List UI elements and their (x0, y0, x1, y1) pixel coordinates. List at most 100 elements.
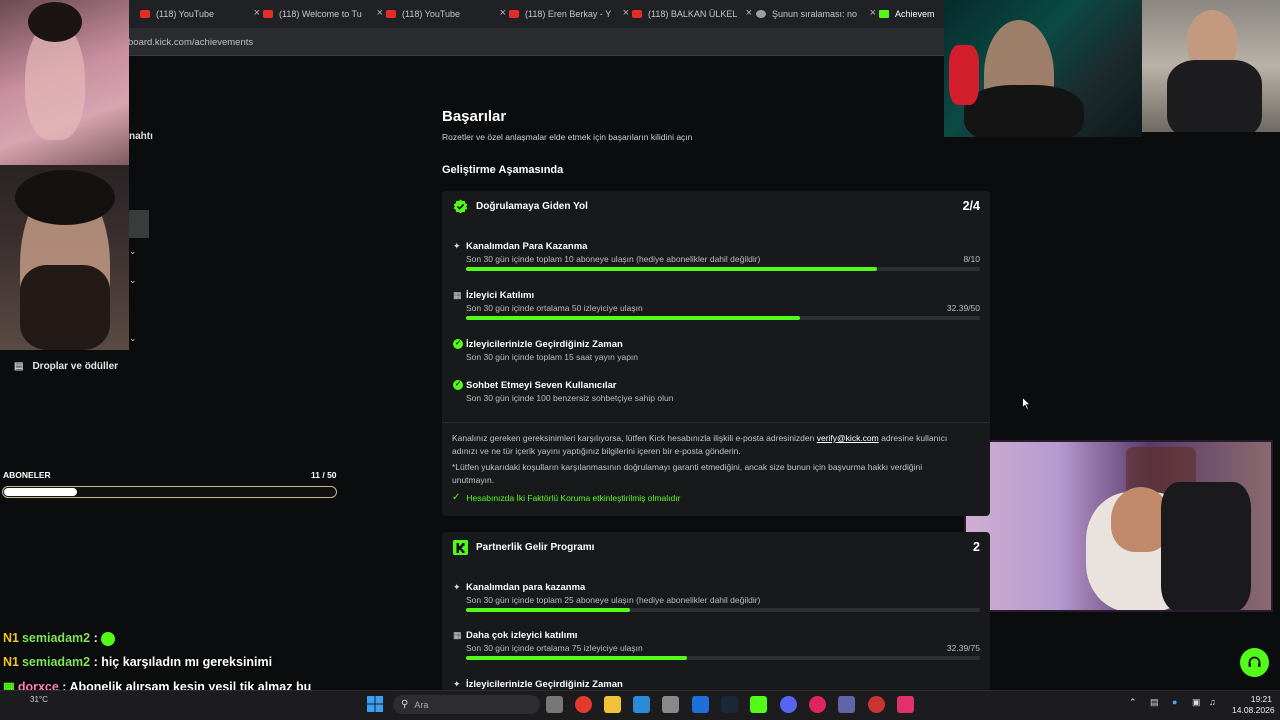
progress-fill (466, 316, 801, 320)
verification-notice: Kanalınız gereken gereksinimleri karşılı… (452, 432, 972, 458)
task-view-icon[interactable] (546, 696, 563, 713)
file-explorer-icon[interactable] (604, 696, 621, 713)
media-player-icon[interactable] (809, 696, 826, 713)
close-tab-icon[interactable]: × (746, 7, 752, 19)
taskbar-clock[interactable]: 19:21 14.08.2026 (1232, 694, 1275, 716)
check-icon: ✓ (452, 492, 461, 503)
sidebar-item-label: Droplar ve ödüller (32, 361, 119, 372)
browser-tab[interactable]: (118) Eren Berkay - Y × (509, 5, 629, 23)
card-progress-count: 2 (973, 540, 980, 554)
store-icon[interactable] (633, 696, 650, 713)
section-title: Geliştirme Aşamasında (442, 164, 564, 176)
steam-icon[interactable] (721, 696, 738, 713)
search-placeholder: Ara (414, 699, 429, 710)
taskbar-search[interactable]: ⚲ Ara (393, 695, 540, 714)
chat-message: N1 semiadam2 : (3, 631, 116, 646)
chrome-icon[interactable] (575, 696, 592, 713)
close-tab-icon[interactable]: × (377, 7, 383, 19)
card-progress-count: 2/4 (962, 199, 980, 213)
requirement-value: 8/10 (963, 254, 980, 264)
browser-tab[interactable]: (118) BALKAN ÜLKEL × (632, 5, 752, 23)
requirement-desc: Son 30 gün içinde 100 benzersiz sohbetçi… (466, 393, 674, 403)
volume-icon[interactable]: ♫ (1209, 697, 1216, 707)
display-icon[interactable]: ▣ (1192, 697, 1201, 708)
browser-tab[interactable]: (118) YouTube × (140, 5, 260, 23)
weather-widget[interactable]: 31°C (30, 695, 48, 704)
page-title: Başarılar (442, 108, 507, 125)
browser-tab-label: (118) Welcome to Tu (279, 9, 362, 19)
chevron-down-icon[interactable]: ⌄ (129, 246, 137, 257)
calculator-icon[interactable] (662, 696, 679, 713)
requirement-desc: Son 30 gün içinde toplam 10 aboneye ulaş… (466, 254, 761, 264)
webcam-overlay (0, 0, 129, 165)
webcam-overlay (944, 0, 1142, 137)
card-header: Doğrulamaya Giden Yol (453, 199, 588, 214)
progress-fill (466, 656, 688, 660)
requirement-title: Sohbet Etmeyi Seven Kullanıcılar (466, 380, 617, 391)
teams-icon[interactable] (838, 696, 855, 713)
verify-email-link[interactable]: verify@kick.com (817, 433, 879, 443)
url-text[interactable]: board.kick.com/achievements (128, 37, 253, 48)
gift-icon: ▤ (14, 361, 24, 372)
progress-fill (466, 608, 631, 612)
sidebar-item-highlight[interactable] (128, 210, 149, 238)
users-icon: ▦ (453, 290, 462, 300)
check-circle-icon: ✓ (453, 339, 463, 349)
browser-tab-label: (118) BALKAN ÜLKEL (648, 9, 738, 19)
browser-tab-label: Achievem (895, 9, 935, 19)
close-tab-icon[interactable]: × (254, 7, 260, 19)
verified-badge-icon (453, 199, 468, 214)
requirement-desc: Son 30 gün içinde ortalama 75 izleyiciye… (466, 643, 643, 653)
browser-tab[interactable]: (118) Welcome to Tu × (263, 5, 383, 23)
requirement-value: 32.39/50 (946, 303, 980, 313)
chevron-down-icon[interactable]: ⌄ (129, 275, 137, 286)
discord-icon[interactable] (780, 696, 797, 713)
browser-tab-label: (118) Eren Berkay - Y (525, 9, 612, 19)
sparkle-icon: ✦ (453, 241, 461, 251)
kick-app-icon[interactable] (750, 696, 767, 713)
chat-badges: N1 (3, 655, 19, 669)
card-header: Partnerlik Gelir Programı (453, 540, 594, 555)
start-button[interactable] (367, 696, 383, 712)
twofa-requirement: ✓ Hesabınızda İki Faktörlü Koruma etkinl… (452, 492, 680, 503)
network-icon[interactable]: ▤ (1150, 697, 1159, 708)
browser-tab-label: (118) YouTube (402, 9, 461, 19)
webcam-overlay (964, 440, 1273, 612)
instagram-icon[interactable] (897, 696, 914, 713)
emote-icon (101, 631, 116, 646)
tray-chevron-icon[interactable]: ⌃ (1129, 697, 1137, 708)
notice-text: Kanalınız gereken gereksinimleri karşılı… (452, 433, 815, 443)
divider (442, 422, 990, 423)
close-tab-icon[interactable]: × (500, 7, 506, 19)
requirement-desc: Son 30 gün içinde toplam 25 aboneye ulaş… (466, 595, 761, 605)
subs-goal-label: ABONELER (3, 470, 51, 480)
clock-date: 14.08.2026 (1232, 705, 1275, 715)
requirement-value: 32.39/75 (946, 643, 980, 653)
search-icon: ⚲ (401, 699, 409, 710)
obs-icon[interactable] (868, 696, 885, 713)
page-subtitle: Rozetler ve özel anlaşmalar elde etmek i… (442, 132, 693, 142)
browser-tab[interactable]: Şunun sıralaması: no × (756, 5, 876, 23)
sidebar-item-label[interactable]: nahtı (129, 131, 153, 142)
subs-goal-count: 11 / 50 (311, 470, 337, 480)
microphone-icon[interactable]: ● (1172, 697, 1177, 707)
chat-username: semiadam2 (21, 631, 91, 645)
mouse-cursor-icon (1022, 396, 1032, 415)
close-tab-icon[interactable]: × (623, 7, 629, 19)
headset-icon (1248, 656, 1261, 667)
mail-icon[interactable] (692, 696, 709, 713)
chat-badges: N1 (3, 631, 19, 645)
youtube-favicon-icon (140, 10, 150, 18)
browser-tab[interactable]: Achievem (879, 5, 939, 23)
chevron-down-icon[interactable]: ⌄ (129, 333, 137, 344)
chat-text: hiç karşıladın mı gereksinimi (101, 655, 273, 669)
requirement-title: İzleyicilerinizle Geçirdiğiniz Zaman (466, 679, 623, 690)
kick-logo-icon (453, 540, 468, 555)
requirement-desc: Son 30 gün içinde toplam 15 saat yayın y… (466, 352, 639, 362)
clock-time: 19:21 (1250, 694, 1272, 704)
chat-username: semiadam2 (21, 655, 91, 669)
browser-tab[interactable]: (118) YouTube × (386, 5, 506, 23)
help-button[interactable] (1240, 648, 1269, 677)
sidebar-item-drops[interactable]: ▤ Droplar ve ödüller (14, 361, 118, 372)
close-tab-icon[interactable]: × (870, 7, 876, 19)
